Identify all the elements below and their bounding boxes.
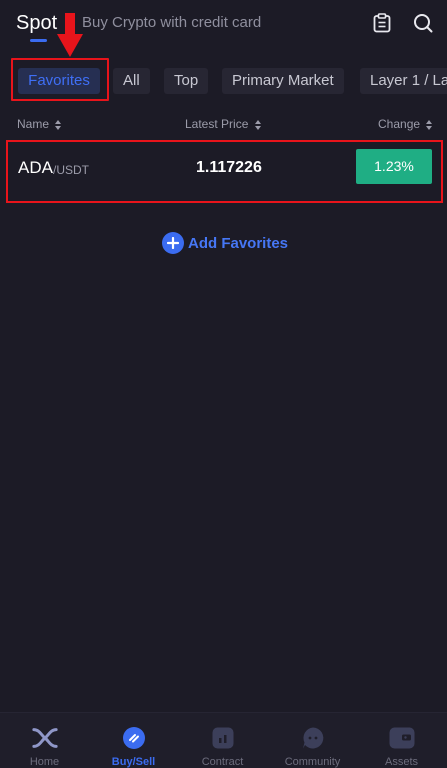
filter-chip-primary-market[interactable]: Primary Market bbox=[222, 68, 344, 94]
add-favorites-label: Add Favorites bbox=[188, 234, 289, 252]
contract-icon bbox=[210, 725, 236, 751]
pair-base-symbol: ADA bbox=[18, 158, 53, 177]
sort-icon bbox=[55, 119, 62, 130]
nav-contract[interactable]: Contract bbox=[178, 713, 267, 768]
filter-chip-layer-1[interactable]: Layer 1 / La bbox=[360, 68, 447, 94]
filter-chip-all[interactable]: All bbox=[113, 68, 150, 94]
filter-chip-top[interactable]: Top bbox=[164, 68, 209, 94]
sort-icon bbox=[426, 119, 433, 130]
add-favorites-button[interactable]: Add Favorites bbox=[162, 232, 288, 254]
search-icon[interactable] bbox=[411, 11, 435, 35]
pair-quote-symbol: /USDT bbox=[53, 163, 89, 177]
annotation-highlight-favorites bbox=[11, 58, 109, 101]
nav-buy-sell[interactable]: Buy/Sell bbox=[89, 713, 178, 768]
column-header-latest-price[interactable]: Latest Price bbox=[185, 117, 261, 131]
plus-icon bbox=[162, 232, 184, 254]
tab-buy-crypto-credit-card[interactable]: Buy Crypto with credit card bbox=[82, 13, 261, 33]
nav-home-label: Home bbox=[29, 756, 60, 768]
sort-icon bbox=[254, 119, 261, 130]
change-badge[interactable]: 1.23% bbox=[356, 149, 432, 184]
wallet-icon bbox=[389, 725, 415, 751]
nav-assets[interactable]: Assets bbox=[357, 713, 446, 768]
column-header-price-label: Latest Price bbox=[185, 117, 249, 131]
clipboard-icon[interactable] bbox=[370, 11, 394, 35]
column-header-change-label: Change bbox=[378, 117, 421, 131]
annotation-arrow-down-icon bbox=[57, 13, 83, 57]
bottom-nav: Home Buy/Sell Contract Community Assets bbox=[0, 712, 447, 768]
nav-buy-sell-label: Buy/Sell bbox=[111, 756, 156, 768]
nav-community-label: Community bbox=[284, 756, 341, 768]
active-tab-indicator bbox=[30, 39, 47, 42]
nav-home[interactable]: Home bbox=[0, 713, 89, 768]
nav-contract-label: Contract bbox=[201, 756, 244, 768]
buy-sell-icon bbox=[121, 725, 147, 751]
market-row-ada-usdt[interactable]: ADA /USDT 1.117226 1.23% bbox=[6, 140, 443, 203]
home-logo-icon bbox=[31, 725, 58, 751]
nav-assets-label: Assets bbox=[384, 756, 418, 768]
latest-price: 1.117226 bbox=[196, 159, 262, 176]
community-icon bbox=[300, 725, 326, 751]
column-header-name-label: Name bbox=[17, 117, 50, 131]
tab-spot[interactable]: Spot bbox=[16, 11, 57, 35]
column-header-change[interactable]: Change bbox=[378, 117, 433, 131]
column-header-name[interactable]: Name bbox=[17, 117, 62, 131]
nav-community[interactable]: Community bbox=[268, 713, 357, 768]
